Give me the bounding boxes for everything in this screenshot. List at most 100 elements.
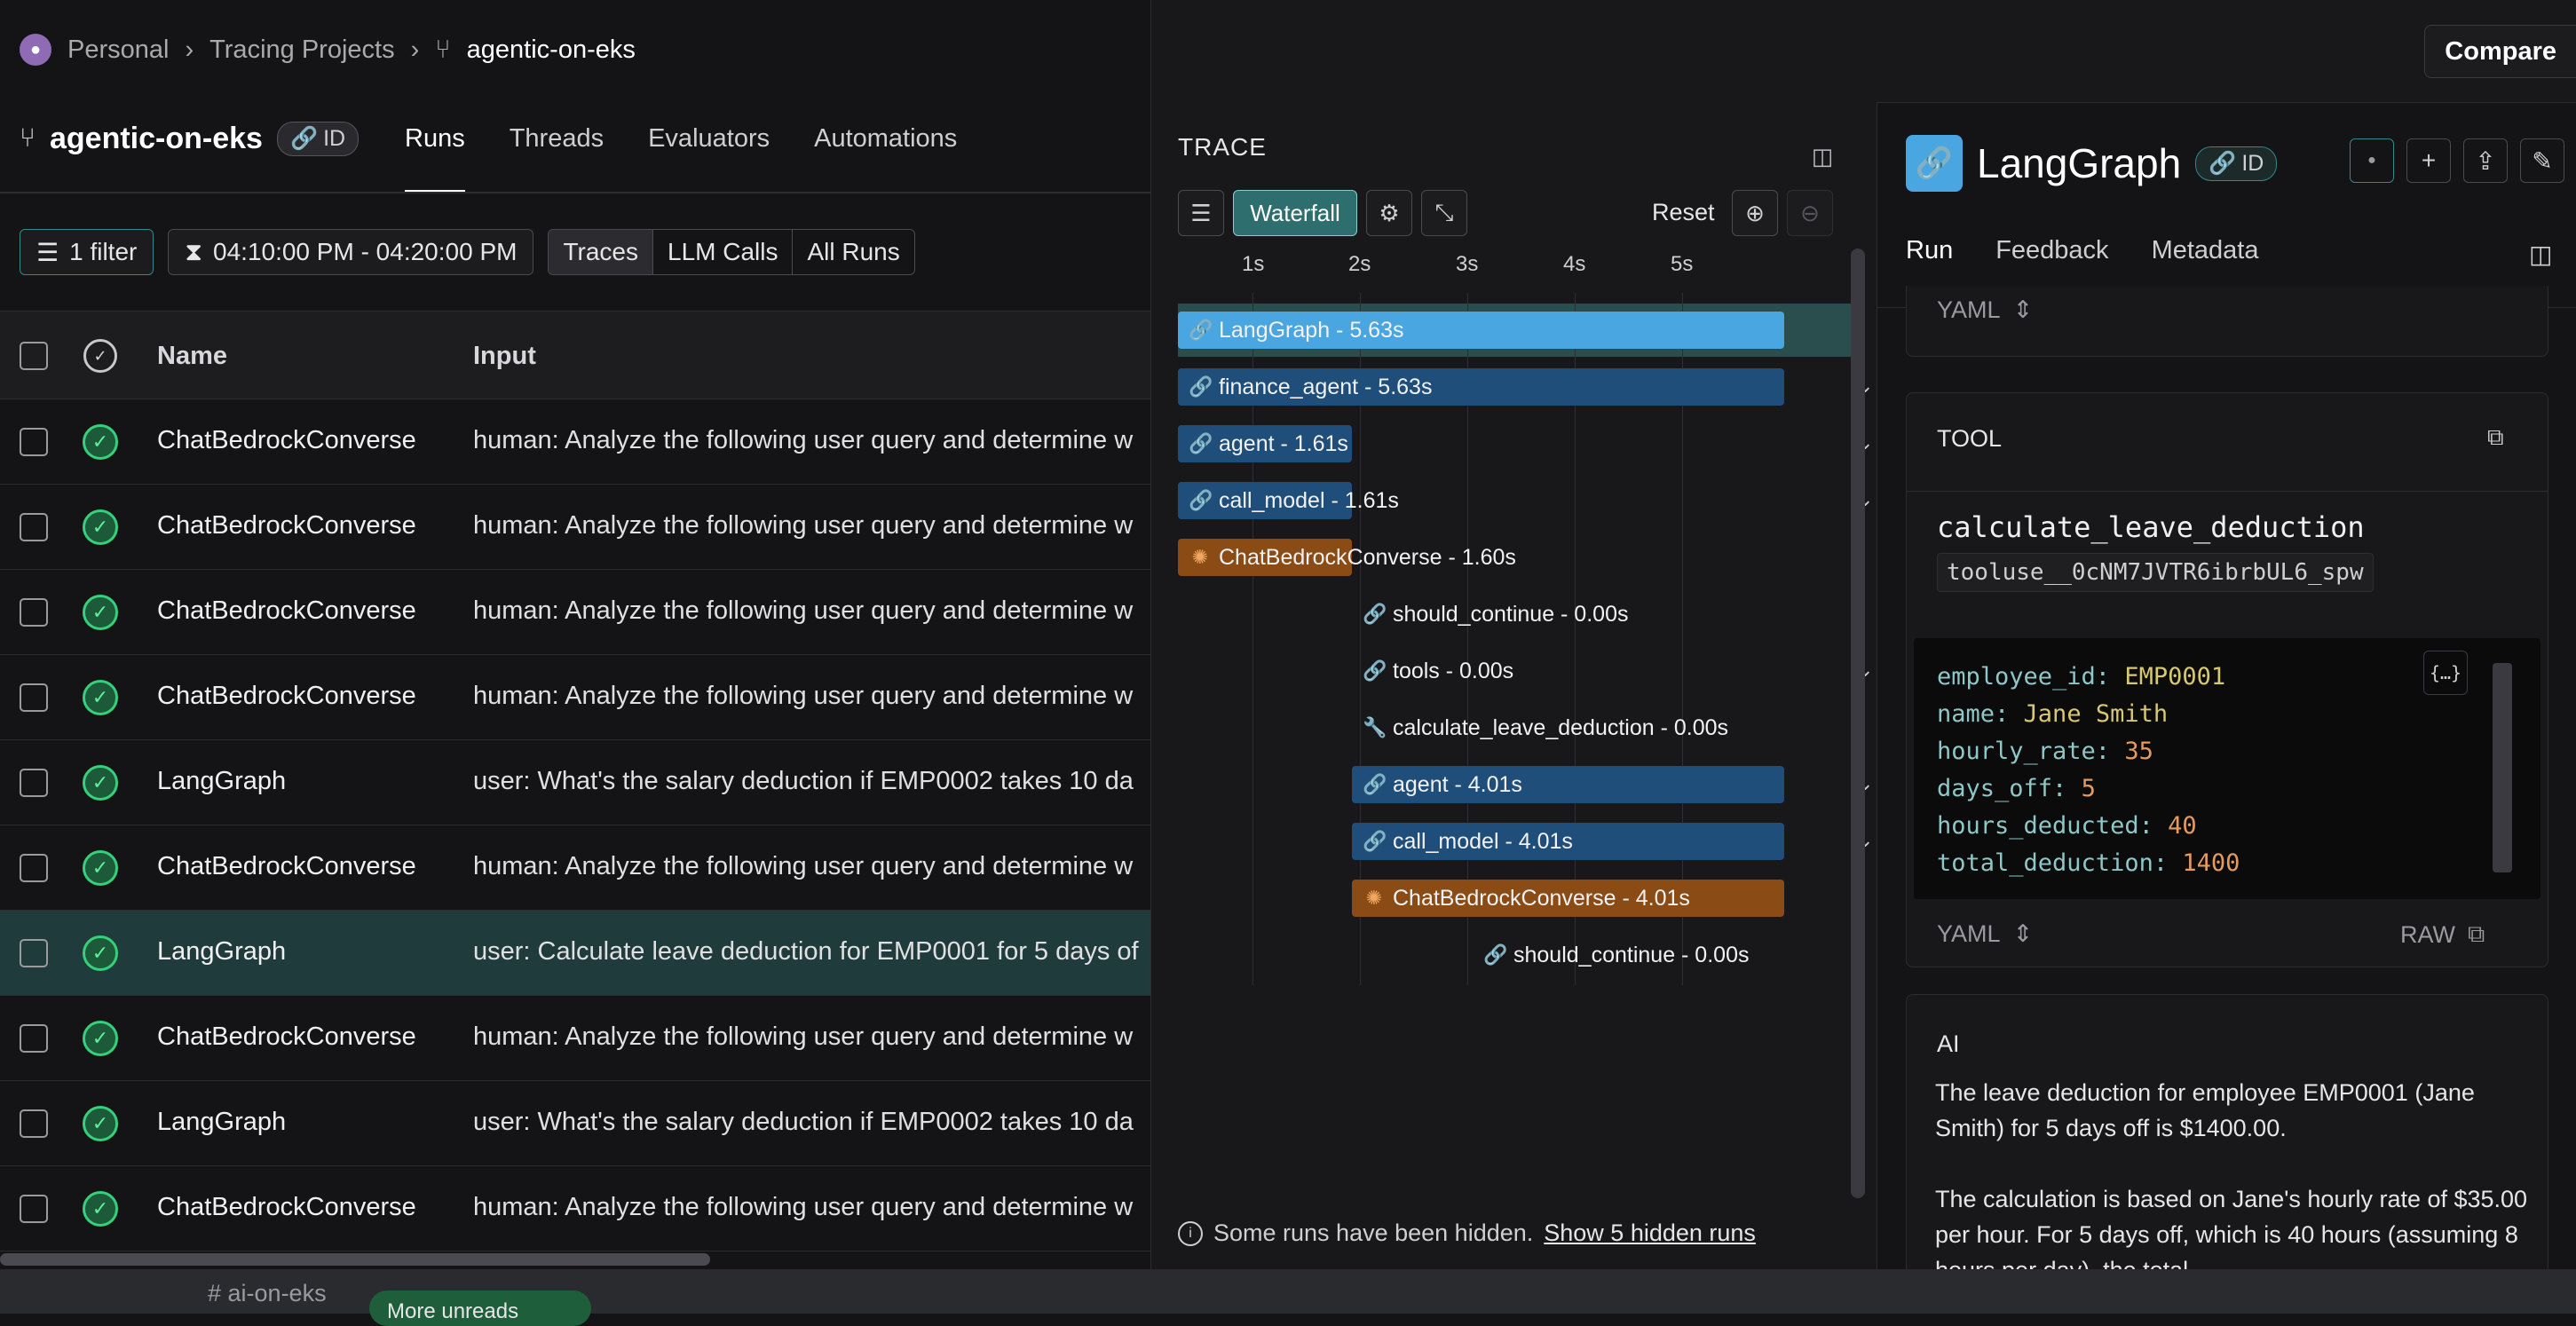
segment-all-runs[interactable]: All Runs [793,230,913,274]
span-label[interactable]: ✺ ChatBedrockConverse - 1.60s [1189,539,1516,576]
arg-value: 5 [2081,775,2096,802]
filter-lines-button[interactable]: ☰ [1178,190,1224,236]
table-row[interactable]: ✓ LangGraph user: What's the salary deduct… [0,1081,1150,1166]
code-scrollbar[interactable] [2493,663,2512,872]
segment-traces[interactable]: Traces [549,230,653,274]
tab-metadata[interactable]: Metadata [2152,236,2259,265]
breadcrumb-workspace[interactable]: Personal [67,36,169,65]
row-checkbox[interactable] [20,428,48,456]
segment-llm-calls[interactable]: LLM Calls [653,230,794,274]
link-icon: 🔗 [1363,773,1387,795]
span-text: should_continue - 0.00s [1393,602,1629,627]
run-id-badge[interactable]: 🔗 ID [2195,146,2278,181]
code-line: name: Jane Smith [1937,700,2168,728]
arg-key: hourly_rate: [1937,738,2111,765]
span-label[interactable]: 🔗 call_model - 1.61s [1189,482,1399,519]
row-checkbox[interactable] [20,1024,48,1053]
table-row[interactable]: ✓ ChatBedrockConverse human: Analyze the f… [0,996,1150,1081]
span-label[interactable]: 🔗 call_model - 4.01s [1363,823,1573,860]
filter-bar: ☰ 1 filter ⧗ 04:10:00 PM - 04:20:00 PM Tra… [20,229,915,275]
panel-toggle-icon[interactable]: ◫ [2529,240,2552,269]
span-label[interactable]: 🔗 should_continue - 0.00s [1363,596,1628,633]
horizontal-scrollbar[interactable] [0,1253,710,1266]
row-checkbox[interactable] [20,598,48,627]
row-checkbox[interactable] [20,1109,48,1138]
row-checkbox[interactable] [20,939,48,967]
row-checkbox[interactable] [20,683,48,712]
dot-icon: ● [2367,153,2376,168]
collapse-all-button[interactable]: ⤡ [1421,190,1467,236]
select-all-checkbox[interactable] [20,342,48,370]
span-label[interactable]: ✺ ChatBedrockConverse - 4.01s [1363,880,1690,917]
run-title: LangGraph [1977,140,2182,186]
zoom-in-button[interactable]: ⊕ [1732,190,1778,236]
vertical-scrollbar[interactable] [1851,249,1865,1198]
add-button[interactable]: + [2406,138,2451,183]
settings-button[interactable]: ⚙ [1366,190,1412,236]
tab-run[interactable]: Run [1906,236,1954,293]
row-input: human: Analyze the following user query … [473,426,1134,454]
code-line: days_off: 5 [1937,775,2096,802]
tab-feedback[interactable]: Feedback [1995,236,2108,265]
column-name[interactable]: Name [157,342,227,371]
yaml-toggle[interactable]: YAML ⇕ [1937,920,2033,948]
table-row[interactable]: ✓ ChatBedrockConverse human: Analyze the f… [0,825,1150,911]
column-input[interactable]: Input [473,342,536,371]
table-row[interactable]: ✓ ChatBedrockConverse human: Analyze the f… [0,399,1150,485]
row-checkbox[interactable] [20,769,48,797]
row-checkbox[interactable] [20,1195,48,1223]
llm-brain-icon: ✺ [1365,887,1383,909]
success-icon: ✓ [83,595,118,630]
reset-zoom-button[interactable]: Reset [1652,199,1715,226]
tab-threads[interactable]: Threads [510,117,604,188]
span-label[interactable]: 🔗 agent - 4.01s [1363,766,1522,803]
row-name: LangGraph [157,767,287,795]
tab-automations[interactable]: Automations [814,117,957,188]
time-range-button[interactable]: ⧗ 04:10:00 PM - 04:20:00 PM [168,229,534,275]
tab-runs[interactable]: Runs [405,117,465,193]
breadcrumb-section[interactable]: Tracing Projects [209,36,394,65]
span-label[interactable]: 🔗 finance_agent - 5.63s [1189,368,1432,406]
record-button[interactable]: ● [2350,138,2394,183]
row-name: ChatBedrockConverse [157,682,416,710]
success-icon: ✓ [83,424,118,460]
span-label[interactable]: 🔗 tools - 0.00s [1363,652,1513,690]
edit-button[interactable]: ✎ [2520,138,2564,183]
row-checkbox[interactable] [20,854,48,882]
compare-button[interactable]: Compare [2424,25,2576,78]
arg-value: EMP0001 [2124,663,2226,691]
share-button[interactable]: ⇪ [2463,138,2508,183]
row-checkbox[interactable] [20,513,48,541]
row-name: LangGraph [157,1108,287,1136]
braces-icon[interactable]: {…} [2423,651,2468,695]
zoom-out-button[interactable]: ⊖ [1787,190,1833,236]
span-label[interactable]: 🔧 calculate_leave_deduction - 0.00s [1363,709,1728,746]
sidebar-toggle-icon[interactable]: ◫ [1806,140,1838,172]
chevron-right-icon: › [410,35,420,64]
row-input: human: Analyze the following user query … [473,1022,1134,1051]
waterfall-toggle[interactable]: Waterfall [1233,190,1357,236]
span-label[interactable]: 🔗 should_continue - 0.00s [1483,936,1749,974]
copy-icon[interactable]: ⧉ [2468,920,2485,949]
table-row-selected[interactable]: ✓ LangGraph user: Calculate leave deductio… [0,911,1150,996]
show-hidden-runs-link[interactable]: Show 5 hidden runs [1544,1219,1756,1247]
span-label[interactable]: 🔗 LangGraph - 5.63s [1189,312,1403,349]
tab-evaluators[interactable]: Evaluators [648,117,770,188]
span-label[interactable]: 🔗 agent - 1.61s [1189,425,1348,462]
table-row[interactable]: ✓ ChatBedrockConverse human: Analyze the f… [0,485,1150,570]
row-name: ChatBedrockConverse [157,1193,416,1221]
raw-toggle[interactable]: RAW ⧉ [2400,920,2485,949]
project-id-badge[interactable]: 🔗 ID [276,121,360,156]
table-row[interactable]: ✓ ChatBedrockConverse human: Analyze the f… [0,570,1150,655]
row-input: user: What's the salary deduction if EMP… [473,767,1134,795]
table-row[interactable]: ✓ LangGraph user: What's the salary deduct… [0,740,1150,825]
copy-icon[interactable]: ⧉ [2487,423,2504,452]
more-unreads-pill[interactable]: More unreads [369,1290,591,1326]
yaml-toggle[interactable]: YAML ⇕ [1937,296,2033,324]
filter-button[interactable]: ☰ 1 filter [20,229,154,275]
table-row[interactable]: ✓ ChatBedrockConverse human: Analyze the f… [0,655,1150,740]
success-icon: ✓ [83,1021,118,1056]
link-icon: 🔗 [1363,603,1387,625]
table-row[interactable]: ✓ ChatBedrockConverse human: Analyze the f… [0,1166,1150,1251]
breadcrumb-project[interactable]: agentic-on-eks [467,36,636,65]
